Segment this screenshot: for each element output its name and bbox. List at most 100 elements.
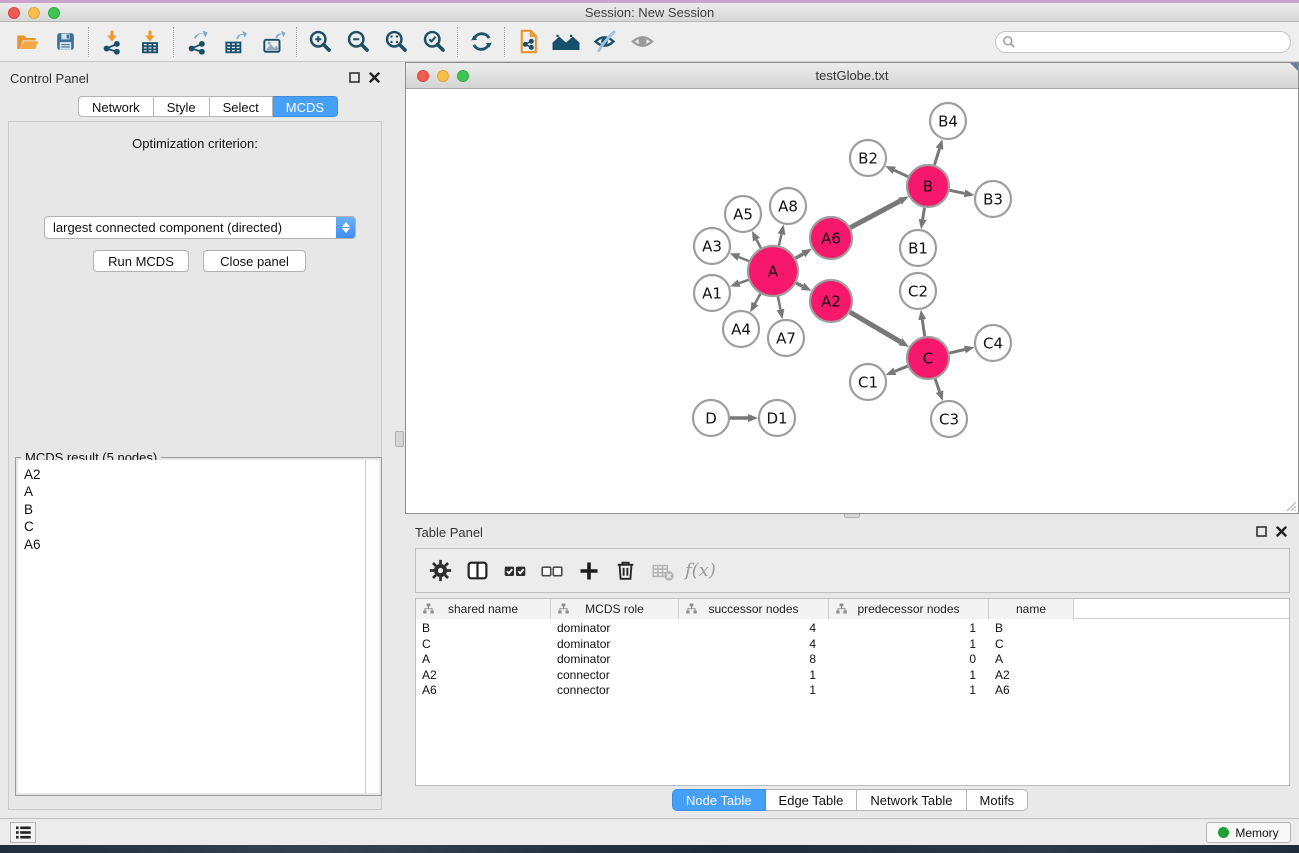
graph-edge-a2-c[interactable] bbox=[850, 312, 900, 342]
zoom-in-button[interactable] bbox=[301, 25, 339, 59]
task-history-button[interactable] bbox=[10, 822, 36, 843]
graph-node-b[interactable]: B bbox=[907, 165, 949, 207]
table-row[interactable]: Adominator80A bbox=[416, 652, 1289, 668]
zoom-out-button[interactable] bbox=[339, 25, 377, 59]
table-tab-network-table[interactable]: Network Table bbox=[857, 789, 966, 811]
open-file-button[interactable] bbox=[8, 25, 46, 59]
graph-edge-a-a1[interactable] bbox=[739, 280, 748, 283]
zoom-fit-button[interactable] bbox=[377, 25, 415, 59]
graph-node-b4[interactable]: B4 bbox=[930, 103, 966, 139]
run-mcds-button[interactable]: Run MCDS bbox=[93, 250, 189, 272]
memory-button[interactable]: Memory bbox=[1206, 822, 1291, 843]
graph-node-c4[interactable]: C4 bbox=[975, 325, 1011, 361]
minimize-view-icon[interactable] bbox=[437, 70, 449, 82]
result-item-c[interactable]: C bbox=[24, 518, 365, 535]
export-table-button[interactable] bbox=[216, 25, 254, 59]
close-panel-icon[interactable] bbox=[369, 72, 380, 83]
column-header-name[interactable]: name bbox=[989, 599, 1074, 619]
graph-edge-b-b3[interactable] bbox=[950, 190, 965, 193]
result-item-a6[interactable]: A6 bbox=[24, 536, 365, 553]
graph-node-c2[interactable]: C2 bbox=[900, 273, 936, 309]
graph-node-b3[interactable]: B3 bbox=[975, 181, 1011, 217]
column-header-predecessor-nodes[interactable]: predecessor nodes bbox=[829, 599, 989, 619]
graph-node-b2[interactable]: B2 bbox=[850, 140, 886, 176]
table-tab-motifs[interactable]: Motifs bbox=[967, 789, 1029, 811]
graph-node-c[interactable]: C bbox=[907, 337, 949, 379]
graph-node-a[interactable]: A bbox=[748, 246, 798, 296]
float-panel-icon[interactable] bbox=[349, 72, 360, 83]
graph-edge-a-a8[interactable] bbox=[779, 234, 782, 245]
table-options-button[interactable] bbox=[422, 553, 459, 589]
graph-node-a5[interactable]: A5 bbox=[725, 196, 761, 232]
table-row[interactable]: Bdominator41B bbox=[416, 621, 1289, 637]
result-item-b[interactable]: B bbox=[24, 501, 365, 518]
minimize-window-icon[interactable] bbox=[28, 7, 40, 19]
tab-mcds[interactable]: MCDS bbox=[273, 96, 338, 117]
graph-node-a7[interactable]: A7 bbox=[768, 320, 804, 356]
import-table-button[interactable] bbox=[131, 25, 169, 59]
graph-node-c1[interactable]: C1 bbox=[850, 364, 886, 400]
result-scrollbar[interactable] bbox=[365, 460, 379, 793]
graph-node-a8[interactable]: A8 bbox=[770, 188, 806, 224]
vertical-splitter-handle[interactable] bbox=[395, 431, 404, 447]
table-tab-edge-table[interactable]: Edge Table bbox=[766, 789, 858, 811]
maximize-view-icon[interactable] bbox=[457, 70, 469, 82]
graph-edge-a6-b[interactable] bbox=[850, 201, 899, 227]
result-item-a2[interactable]: A2 bbox=[24, 466, 365, 483]
graph-node-a1[interactable]: A1 bbox=[694, 275, 730, 311]
network-titlebar[interactable]: testGlobe.txt bbox=[406, 63, 1298, 89]
graph-edge-b-b4[interactable] bbox=[934, 149, 939, 165]
graph-edge-a-a3[interactable] bbox=[739, 257, 749, 261]
graph-node-a6[interactable]: A6 bbox=[810, 217, 852, 259]
graph-edge-a-a2[interactable] bbox=[796, 283, 802, 286]
search-field[interactable] bbox=[995, 31, 1291, 53]
column-header-mcds-role[interactable]: MCDS role bbox=[551, 599, 679, 619]
maximize-window-icon[interactable] bbox=[48, 7, 60, 19]
show-hide-style-button[interactable] bbox=[585, 25, 623, 59]
graph-edge-c-c3[interactable] bbox=[935, 379, 939, 392]
tab-style[interactable]: Style bbox=[154, 96, 210, 117]
graph-node-d[interactable]: D bbox=[693, 400, 729, 436]
resize-grip-icon[interactable] bbox=[1283, 498, 1297, 512]
graph-edge-a-a4[interactable] bbox=[755, 294, 760, 304]
table-row[interactable]: Cdominator41C bbox=[416, 637, 1289, 653]
graph-node-b1[interactable]: B1 bbox=[900, 230, 936, 266]
float-table-panel-icon[interactable] bbox=[1256, 526, 1267, 537]
delete-columns-button[interactable] bbox=[607, 553, 644, 589]
graph-edge-c-c4[interactable] bbox=[949, 350, 964, 354]
delete-table-button[interactable] bbox=[644, 553, 681, 589]
optimization-criterion-select[interactable]: largest connected component (directed) bbox=[44, 216, 356, 239]
graph-edge-b-b2[interactable] bbox=[894, 170, 908, 176]
graph-node-c3[interactable]: C3 bbox=[931, 401, 967, 437]
column-header-shared-name[interactable]: shared name bbox=[416, 599, 551, 619]
network-from-selection-button[interactable] bbox=[509, 25, 547, 59]
save-session-button[interactable] bbox=[46, 25, 84, 59]
main-titlebar[interactable]: Session: New Session bbox=[0, 3, 1299, 22]
graph-node-a3[interactable]: A3 bbox=[694, 228, 730, 264]
import-network-button[interactable] bbox=[93, 25, 131, 59]
search-input[interactable] bbox=[995, 31, 1291, 53]
apply-function-button[interactable]: f(x) bbox=[681, 553, 716, 589]
show-columns-button[interactable] bbox=[459, 553, 496, 589]
export-image-button[interactable] bbox=[254, 25, 292, 59]
close-view-icon[interactable] bbox=[417, 70, 429, 82]
home-first-neighbors-button[interactable] bbox=[547, 25, 585, 59]
tab-network[interactable]: Network bbox=[78, 96, 154, 117]
table-tab-node-table[interactable]: Node Table bbox=[672, 789, 766, 811]
graph-node-a4[interactable]: A4 bbox=[723, 311, 759, 347]
tab-select[interactable]: Select bbox=[210, 96, 273, 117]
network-canvas[interactable]: AA6A2BCA1A3A4A5A7A8B1B2B3B4C1C2C3C4DD1 bbox=[406, 89, 1298, 513]
select-all-button[interactable] bbox=[496, 553, 533, 589]
result-item-a[interactable]: A bbox=[24, 483, 365, 500]
graph-edge-a-a7[interactable] bbox=[778, 297, 781, 310]
graph-node-a2[interactable]: A2 bbox=[810, 280, 852, 322]
close-window-icon[interactable] bbox=[8, 7, 20, 19]
graph-edge-c-c1[interactable] bbox=[895, 366, 908, 371]
refresh-button[interactable] bbox=[462, 25, 500, 59]
add-column-button[interactable] bbox=[570, 553, 607, 589]
export-network-button[interactable] bbox=[178, 25, 216, 59]
close-panel-button[interactable]: Close panel bbox=[203, 250, 306, 272]
graph-edge-a-a5[interactable] bbox=[757, 240, 761, 248]
column-header-successor-nodes[interactable]: successor nodes bbox=[679, 599, 829, 619]
close-table-panel-icon[interactable] bbox=[1276, 526, 1287, 537]
